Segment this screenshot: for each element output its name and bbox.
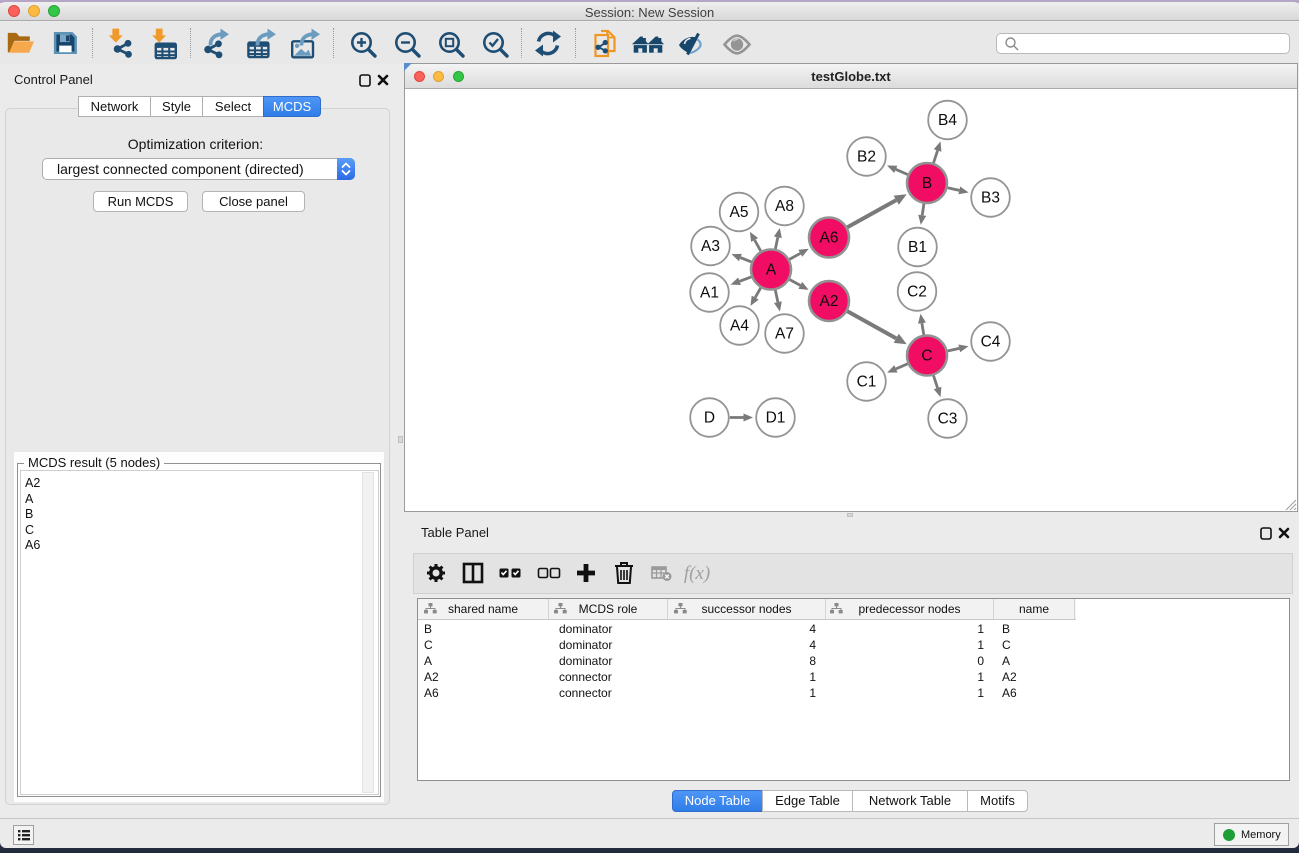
svg-text:D: D [704, 410, 715, 427]
svg-text:A4: A4 [730, 318, 749, 335]
svg-text:A2: A2 [820, 293, 839, 310]
svg-text:C: C [921, 348, 932, 365]
svg-text:A3: A3 [701, 238, 720, 255]
svg-text:A5: A5 [730, 204, 749, 221]
svg-text:A: A [766, 262, 777, 279]
svg-text:B2: B2 [857, 149, 876, 166]
svg-text:f(x): f(x) [684, 563, 710, 584]
svg-text:B: B [922, 175, 932, 192]
svg-text:C2: C2 [907, 284, 927, 301]
svg-text:B3: B3 [981, 190, 1000, 207]
svg-text:B4: B4 [938, 112, 957, 129]
svg-text:B1: B1 [908, 239, 927, 256]
svg-text:D1: D1 [766, 410, 786, 427]
svg-text:A8: A8 [775, 198, 794, 215]
svg-text:C3: C3 [938, 411, 958, 428]
svg-text:A1: A1 [700, 285, 719, 302]
svg-text:A6: A6 [820, 230, 839, 247]
svg-text:A7: A7 [775, 326, 794, 343]
svg-text:C1: C1 [857, 374, 877, 391]
svg-text:C4: C4 [981, 334, 1001, 351]
